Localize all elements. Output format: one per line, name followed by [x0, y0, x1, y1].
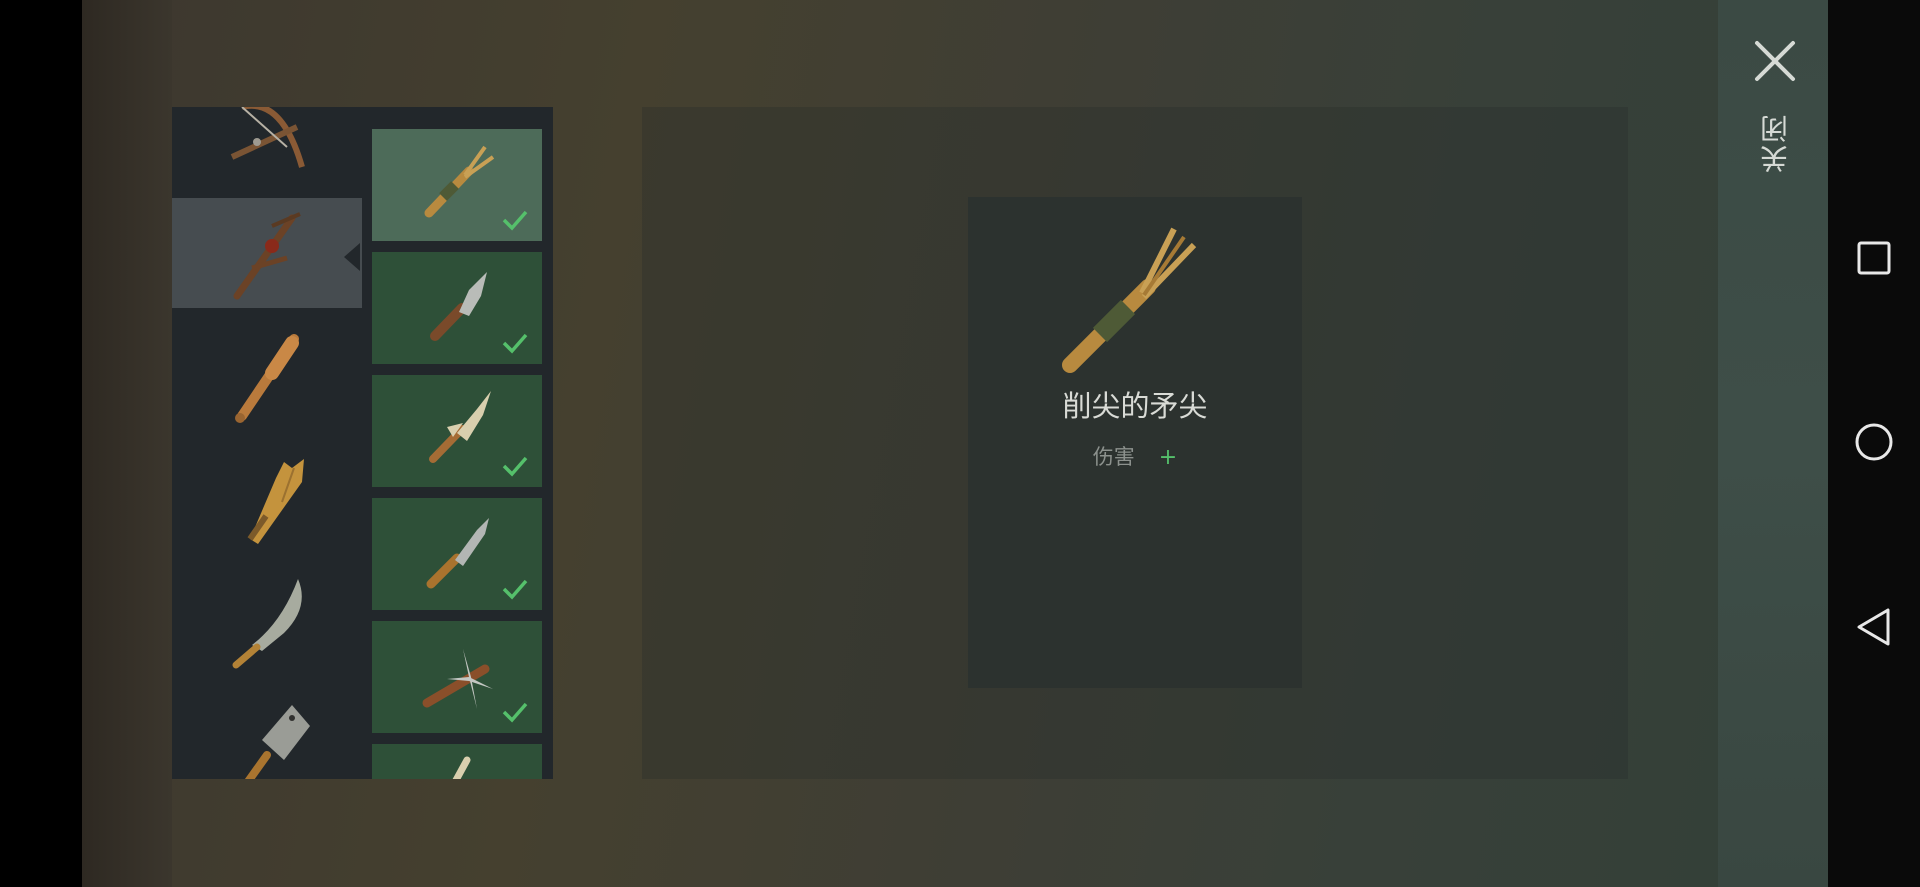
- left-shade: [82, 0, 172, 887]
- stat-label: 伤害: [1092, 445, 1135, 469]
- check-icon: [502, 210, 528, 231]
- selection-pointer: [344, 243, 360, 271]
- home-button[interactable]: [1852, 420, 1896, 464]
- item-stone-spear-tip[interactable]: [372, 252, 542, 364]
- check-icon: [502, 702, 528, 723]
- stone-tip-icon: [430, 272, 487, 341]
- category-crossbow[interactable]: [172, 107, 362, 177]
- square-icon: [1857, 241, 1891, 275]
- spiked-tip-icon: [422, 649, 493, 709]
- partial-item-icon: [452, 756, 471, 779]
- recents-button[interactable]: [1852, 236, 1896, 280]
- triangle-back-icon: [1857, 608, 1890, 646]
- cleaver-icon: [244, 705, 310, 779]
- category-machete[interactable]: [172, 567, 362, 677]
- items-list: [362, 107, 553, 779]
- screen-edge: [0, 0, 82, 887]
- item-stat: 伤害 +: [968, 441, 1302, 471]
- close-label[interactable]: 关闭: [1756, 108, 1796, 178]
- stat-value: +: [1158, 445, 1178, 470]
- machete-icon: [232, 579, 302, 669]
- category-spear[interactable]: [172, 198, 362, 308]
- category-list: [172, 107, 362, 779]
- item-sharpened-spear-tip[interactable]: [372, 129, 542, 241]
- spear-tip-icon: [424, 145, 495, 218]
- close-icon: [1755, 41, 1795, 81]
- check-icon: [502, 579, 528, 600]
- check-icon: [502, 456, 528, 477]
- back-button[interactable]: [1852, 605, 1896, 649]
- item-name: 削尖的矛尖: [1062, 389, 1208, 423]
- game-screen: 关闭 削尖的矛尖 伤害 +: [0, 0, 1920, 887]
- category-bat[interactable]: [172, 321, 362, 431]
- item-knife-spear-tip[interactable]: [372, 498, 542, 610]
- close-button[interactable]: [1752, 38, 1798, 88]
- spear-tip-large-icon: [1062, 227, 1197, 373]
- item-bone-spear-tip[interactable]: [372, 375, 542, 487]
- spear-icon: [233, 212, 301, 300]
- item-spiked-spear-tip[interactable]: [372, 621, 542, 733]
- circle-icon: [1855, 423, 1893, 461]
- bat-icon: [235, 334, 299, 423]
- check-icon: [502, 333, 528, 354]
- category-cleaver[interactable]: [172, 690, 362, 779]
- bone-tip-icon: [429, 391, 491, 463]
- knife-tip-icon: [426, 518, 489, 589]
- crossbow-icon: [230, 107, 305, 168]
- item-detail-card: 削尖的矛尖 伤害 +: [968, 197, 1302, 688]
- item-partial[interactable]: [372, 744, 542, 779]
- plank-icon: [247, 459, 304, 544]
- category-plank[interactable]: [172, 444, 362, 554]
